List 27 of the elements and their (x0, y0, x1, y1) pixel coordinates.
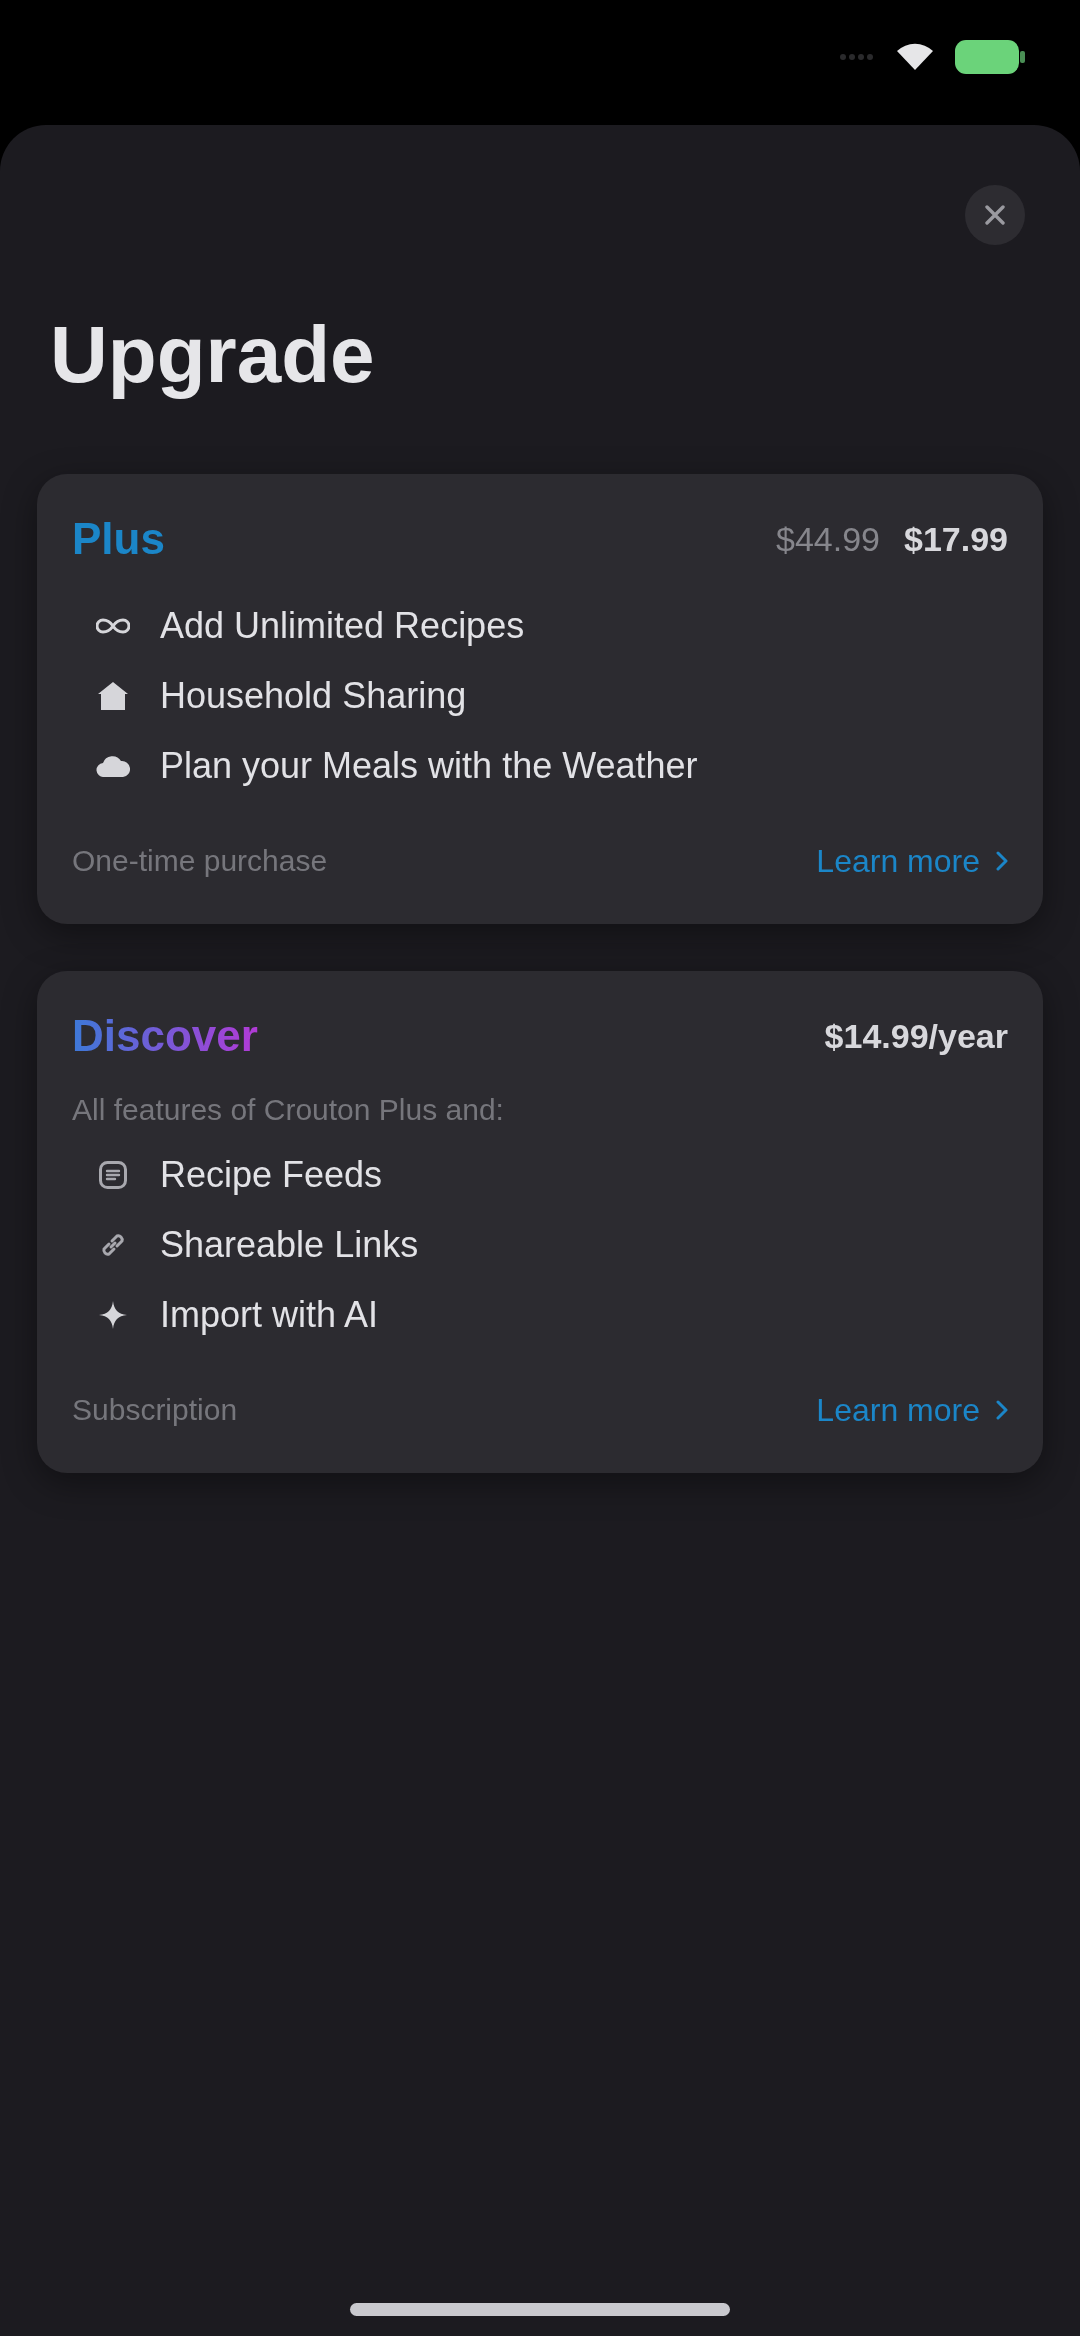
list-icon (99, 1161, 127, 1189)
feature-label: Household Sharing (160, 675, 467, 717)
signal-icon (839, 51, 875, 62)
page-title: Upgrade (50, 309, 376, 401)
price: $14.99/year (824, 1016, 1008, 1057)
price: $17.99 (904, 519, 1008, 560)
cloud-icon (96, 755, 130, 777)
plan-subtitle: All features of Crouton Plus and: (72, 1092, 505, 1128)
feature-label: Import with AI (160, 1294, 379, 1336)
infinity-icon (96, 618, 130, 634)
chevron-icon (996, 1400, 1008, 1420)
chevron-icon (996, 851, 1008, 871)
feature-label: Recipe Feeds (160, 1154, 383, 1196)
sparkle-icon (99, 1301, 127, 1329)
feature-label: Add Unlimited Recipes (160, 605, 525, 647)
house-icon (98, 682, 128, 710)
plan-name: Plus (72, 513, 165, 565)
battery-icon (955, 39, 1025, 74)
feature-label: Shareable Links (160, 1224, 419, 1266)
purchase-type: One-time purchase (72, 844, 328, 878)
learn-more-link[interactable]: Learn more (816, 1391, 1008, 1429)
close-icon (985, 205, 1005, 225)
price: $44.99 (776, 519, 880, 560)
purchase-type: Subscription (72, 1393, 238, 1427)
feature-label: Plan your Meals with the Weather (160, 745, 698, 787)
wifi-icon (897, 43, 933, 70)
learn-more-link[interactable]: Learn more (816, 842, 1008, 880)
